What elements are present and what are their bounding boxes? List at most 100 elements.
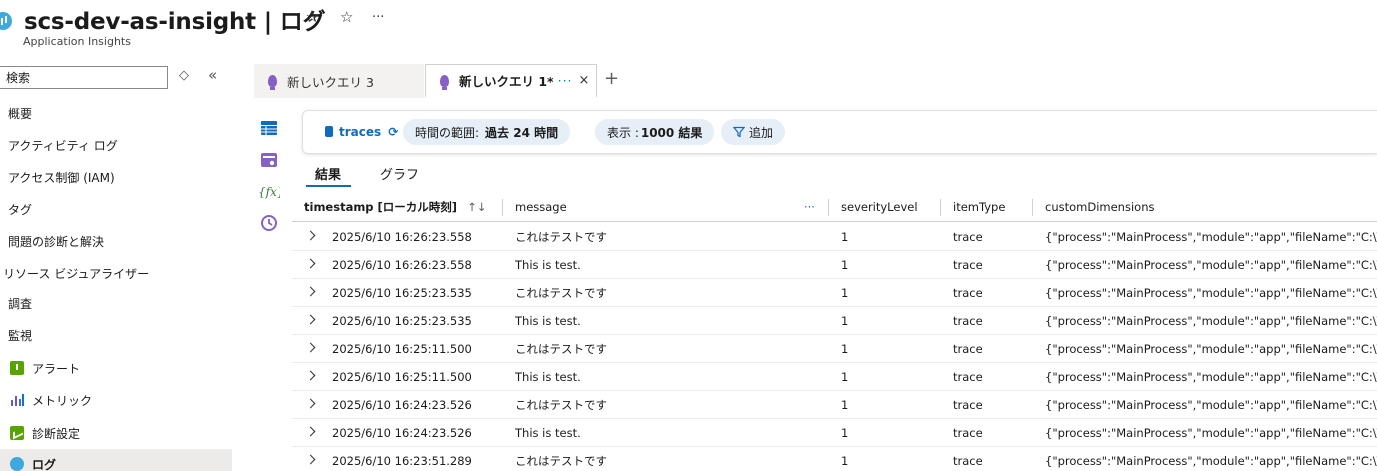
cell-timestamp: 2025/6/10 16:23:51.289 <box>332 454 472 468</box>
tables-icon[interactable] <box>260 119 278 137</box>
more-actions-icon[interactable]: ··· <box>372 10 384 25</box>
expand-row-chevron-icon[interactable] <box>305 342 316 353</box>
sidebar-item-alerts[interactable]: アラート <box>0 353 232 383</box>
tab-chart[interactable]: グラフ <box>380 164 419 183</box>
menu-search-input[interactable] <box>0 66 168 89</box>
tab-new-query-3[interactable]: 新しいクエリ 3 <box>254 64 424 98</box>
tab-new-query-1[interactable]: 新しいクエリ 1* ··· × <box>425 64 597 98</box>
table-row[interactable]: 2025/6/10 16:25:23.535 これはテストです 1 trace {"pr… <box>292 279 1377 307</box>
cell-item-type: trace <box>953 286 983 300</box>
cell-item-type: trace <box>953 398 983 412</box>
sidebar-item-label: メトリック <box>32 393 93 408</box>
sidebar-item-metrics[interactable]: メトリック <box>0 385 232 415</box>
results-grid-header: timestamp [ローカル時刻] ↑↓ message ··· severi… <box>292 192 1377 222</box>
refresh-icon[interactable]: ⟳ <box>388 125 398 139</box>
cell-message: これはテストです <box>515 398 607 412</box>
active-tab-indicator <box>306 185 351 187</box>
sidebar-item-label: アラート <box>32 361 81 376</box>
sidebar-item-label: 調査 <box>8 296 33 311</box>
cell-severity-level: 1 <box>841 342 849 356</box>
cell-item-type: trace <box>953 230 983 244</box>
column-header-item-type[interactable]: itemType <box>953 192 1005 222</box>
cell-message: This is test. <box>515 370 581 384</box>
expand-row-chevron-icon[interactable] <box>305 230 316 241</box>
collapse-menu-icon[interactable]: « <box>208 66 217 84</box>
expand-row-chevron-icon[interactable] <box>305 258 316 269</box>
sidebar-item-diagnostic-settings[interactable]: 診断設定 <box>0 418 232 448</box>
sidebar-item-resource-visualizer[interactable]: リソース ビジュアライザー <box>0 258 232 288</box>
cell-custom-dimensions: {"process":"MainProcess","module":"app",… <box>1045 426 1377 440</box>
query-lightbulb-icon <box>440 74 449 90</box>
expand-row-chevron-icon[interactable] <box>305 398 316 409</box>
functions-icon[interactable]: {fx} <box>258 182 280 200</box>
cell-timestamp: 2025/6/10 16:24:23.526 <box>332 426 472 440</box>
sidebar-item-access-control[interactable]: アクセス制御 (IAM) <box>0 162 232 192</box>
sidebar-item-activity-log[interactable]: アクティビティ ログ <box>0 130 232 160</box>
show-results-value: 1000 結果 <box>640 125 703 140</box>
queries-icon[interactable] <box>260 151 278 169</box>
sidebar-item-monitoring[interactable]: 監視 <box>0 320 232 350</box>
sidebar-item-label: 診断設定 <box>32 426 81 441</box>
expand-row-chevron-icon[interactable] <box>305 426 316 437</box>
cell-custom-dimensions: {"process":"MainProcess","module":"app",… <box>1045 258 1377 272</box>
table-selector[interactable]: traces ⟳ <box>325 125 398 139</box>
cell-custom-dimensions: {"process":"MainProcess","module":"app",… <box>1045 230 1377 244</box>
tab-more-icon[interactable]: ··· <box>558 73 573 88</box>
cell-item-type: trace <box>953 454 983 468</box>
cell-severity-level: 1 <box>841 454 849 468</box>
page-subtitle: Application Insights <box>23 35 131 48</box>
column-header-custom-dimensions[interactable]: customDimensions <box>1045 192 1154 222</box>
show-results-pill[interactable]: 表示 : 1000 結果 <box>595 119 715 145</box>
table-row[interactable]: 2025/6/10 16:24:23.526 This is test. 1 trac… <box>292 419 1377 447</box>
cell-severity-level: 1 <box>841 314 849 328</box>
expand-row-chevron-icon[interactable] <box>305 370 316 381</box>
cell-custom-dimensions: {"process":"MainProcess","module":"app",… <box>1045 286 1377 300</box>
cell-timestamp: 2025/6/10 16:25:11.500 <box>332 342 472 356</box>
sidebar-item-diagnose-solve[interactable]: 問題の診断と解決 <box>0 226 232 256</box>
column-header-message[interactable]: message <box>515 192 567 222</box>
sidebar-item-label: 監視 <box>8 328 33 343</box>
diagnostic-settings-icon <box>10 426 24 440</box>
results-grid-body: 2025/6/10 16:26:23.558 これはテストです 1 trace {"pr… <box>292 223 1377 471</box>
expand-row-chevron-icon[interactable] <box>305 314 316 325</box>
sort-icon[interactable]: ↑↓ <box>467 200 486 214</box>
alert-icon <box>10 361 24 375</box>
table-row[interactable]: 2025/6/10 16:25:11.500 これはテストです 1 trace {"pr… <box>292 335 1377 363</box>
column-header-severity-level[interactable]: severityLevel <box>841 192 918 222</box>
query-history-icon[interactable] <box>260 214 278 232</box>
expand-row-chevron-icon[interactable] <box>305 286 316 297</box>
table-name: traces <box>339 125 382 139</box>
cell-severity-level: 1 <box>841 230 849 244</box>
show-results-label: 表示 : <box>607 125 639 140</box>
sidebar-item-logs[interactable]: ログ <box>0 449 232 471</box>
table-row[interactable]: 2025/6/10 16:25:11.500 This is test. 1 trac… <box>292 363 1377 391</box>
cell-severity-level: 1 <box>841 286 849 300</box>
cell-item-type: trace <box>953 258 983 272</box>
table-row[interactable]: 2025/6/10 16:24:23.526 これはテストです 1 trace {"pr… <box>292 391 1377 419</box>
favorite-star-icon[interactable]: ☆ <box>340 8 353 26</box>
menu-options-icon[interactable]: ◇ <box>179 68 189 83</box>
cell-message: This is test. <box>515 426 581 440</box>
tab-label: 新しいクエリ 1* <box>459 74 554 89</box>
add-filter-pill[interactable]: 追加 <box>721 119 786 145</box>
table-row[interactable]: 2025/6/10 16:26:23.558 This is test. 1 trac… <box>292 251 1377 279</box>
sidebar-item-tags[interactable]: タグ <box>0 194 232 224</box>
expand-row-chevron-icon[interactable] <box>305 454 316 465</box>
table-row[interactable]: 2025/6/10 16:25:23.535 This is test. 1 trac… <box>292 307 1377 335</box>
sidebar-item-overview[interactable]: 概要 <box>0 98 232 128</box>
cell-custom-dimensions: {"process":"MainProcess","module":"app",… <box>1045 398 1377 412</box>
tab-close-icon[interactable]: × <box>579 73 590 88</box>
cell-severity-level: 1 <box>841 258 849 272</box>
pin-icon[interactable]: ✰ <box>306 8 319 26</box>
time-range-pill[interactable]: 時間の範囲: 過去 24 時間 <box>403 119 571 145</box>
table-row[interactable]: 2025/6/10 16:23:51.289 これはテストです 1 trace {"pr… <box>292 447 1377 471</box>
tab-results[interactable]: 結果 <box>315 164 341 183</box>
sidebar-item-label: 問題の診断と解決 <box>8 234 105 249</box>
add-tab-icon[interactable]: + <box>604 68 619 89</box>
column-header-timestamp[interactable]: timestamp [ローカル時刻] ↑↓ <box>304 192 486 222</box>
column-more-icon[interactable]: ··· <box>804 192 815 222</box>
table-row[interactable]: 2025/6/10 16:26:23.558 これはテストです 1 trace {"pr… <box>292 223 1377 251</box>
cell-severity-level: 1 <box>841 426 849 440</box>
sidebar-item-investigate[interactable]: 調査 <box>0 288 232 318</box>
svg-text:{fx}: {fx} <box>258 185 280 199</box>
